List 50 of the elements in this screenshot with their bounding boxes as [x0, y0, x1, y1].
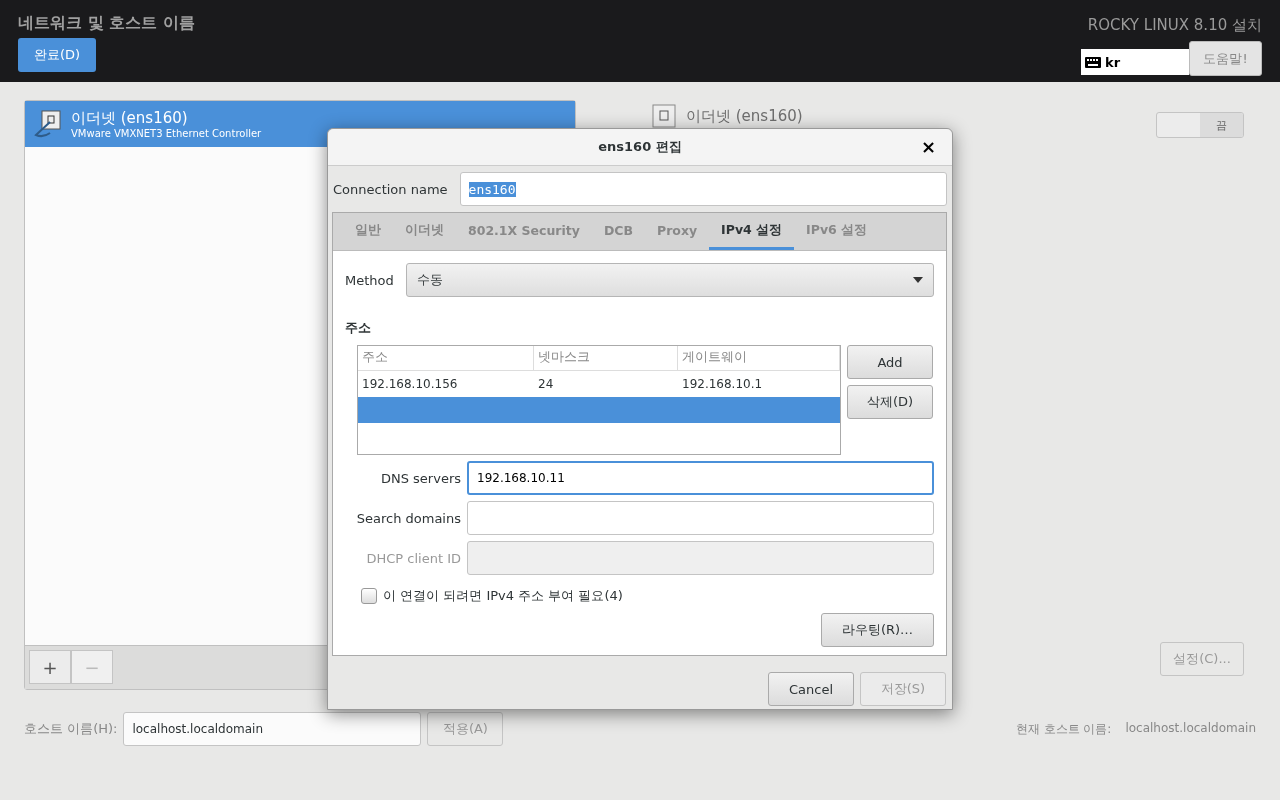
help-button[interactable]: 도움말!	[1189, 41, 1262, 76]
field-label: DNS servers	[379, 470, 461, 486]
device-name: 이더넷 (ens160)	[71, 109, 189, 128]
network-port-icon	[33, 109, 63, 139]
method-dropdown[interactable]: 수동	[405, 263, 934, 297]
settings-tab[interactable]: 일반	[343, 213, 393, 250]
product-title: ROCKY LINUX 8.10 설치	[1087, 16, 1262, 35]
device-toggle-switch[interactable]: 끔	[1156, 112, 1244, 138]
hostname-label: 호스트 이름(H):	[24, 720, 118, 738]
connection-name-field[interactable]: ens160	[459, 172, 947, 206]
dropdown-arrow-icon	[913, 277, 923, 283]
checkbox-label: 이 연결이 되려면 IPv4 주소 부여 필요(4)	[383, 587, 623, 605]
input-field[interactable]: 192.168.10.11	[467, 461, 934, 495]
settings-tab[interactable]: Proxy	[644, 213, 710, 250]
keyboard-layout-indicator[interactable]: kr	[1081, 49, 1189, 75]
settings-tab[interactable]: 이더넷	[393, 213, 456, 250]
current-hostname-value: localhost.localdomain	[1125, 720, 1256, 737]
device-description: VMware VMXNET3 Ethernet Controller	[71, 128, 262, 139]
settings-tab[interactable]: IPv4 설정	[709, 213, 795, 250]
close-button[interactable]: ×	[914, 135, 942, 158]
field-label: Search domains	[355, 510, 461, 526]
page-title: 네트워크 및 호스트 이름	[18, 13, 195, 34]
table-cell-text: 192.168.10.1	[681, 377, 764, 391]
column-header[interactable]: 주소	[358, 346, 534, 370]
add-device-button[interactable]: +	[29, 650, 71, 684]
cancel-button[interactable]: Cancel	[768, 672, 854, 706]
done-button[interactable]: 완료(D)	[18, 38, 97, 72]
column-header[interactable]: 게이트웨이	[678, 346, 840, 370]
dialog-title: ens160 편집	[598, 138, 682, 156]
settings-tab[interactable]: DCB	[591, 213, 645, 250]
column-header[interactable]: 넷마스크	[534, 346, 678, 370]
field-label: DHCP client ID	[365, 550, 461, 566]
checkbox[interactable]	[361, 588, 377, 604]
add-address-button[interactable]: Add	[847, 345, 933, 379]
addresses-heading: 주소	[345, 319, 372, 337]
current-hostname-label: 현재 호스트 이름:	[1015, 720, 1112, 738]
hostname-field[interactable]: localhost.localdomain	[123, 712, 422, 746]
routes-button[interactable]: 라우팅(R)…	[821, 613, 934, 647]
address-row[interactable]: 192.168.10.156 24 192.168.10.1	[358, 371, 840, 397]
settings-tab[interactable]: 802.1X Security	[456, 213, 592, 250]
table-cell-text: 24	[537, 377, 555, 391]
method-label: Method	[345, 272, 394, 288]
keyboard-icon	[1085, 56, 1101, 68]
settings-tab[interactable]: IPv6 설정	[794, 213, 880, 250]
device-title: 이더넷 (ens160)	[686, 106, 803, 126]
table-cell-text: 192.168.10.156	[361, 377, 459, 391]
address-row[interactable]	[358, 397, 840, 423]
input-field[interactable]	[467, 501, 934, 535]
connection-name-label: Connection name	[332, 181, 448, 197]
delete-address-button[interactable]: 삭제(D)	[847, 385, 933, 419]
